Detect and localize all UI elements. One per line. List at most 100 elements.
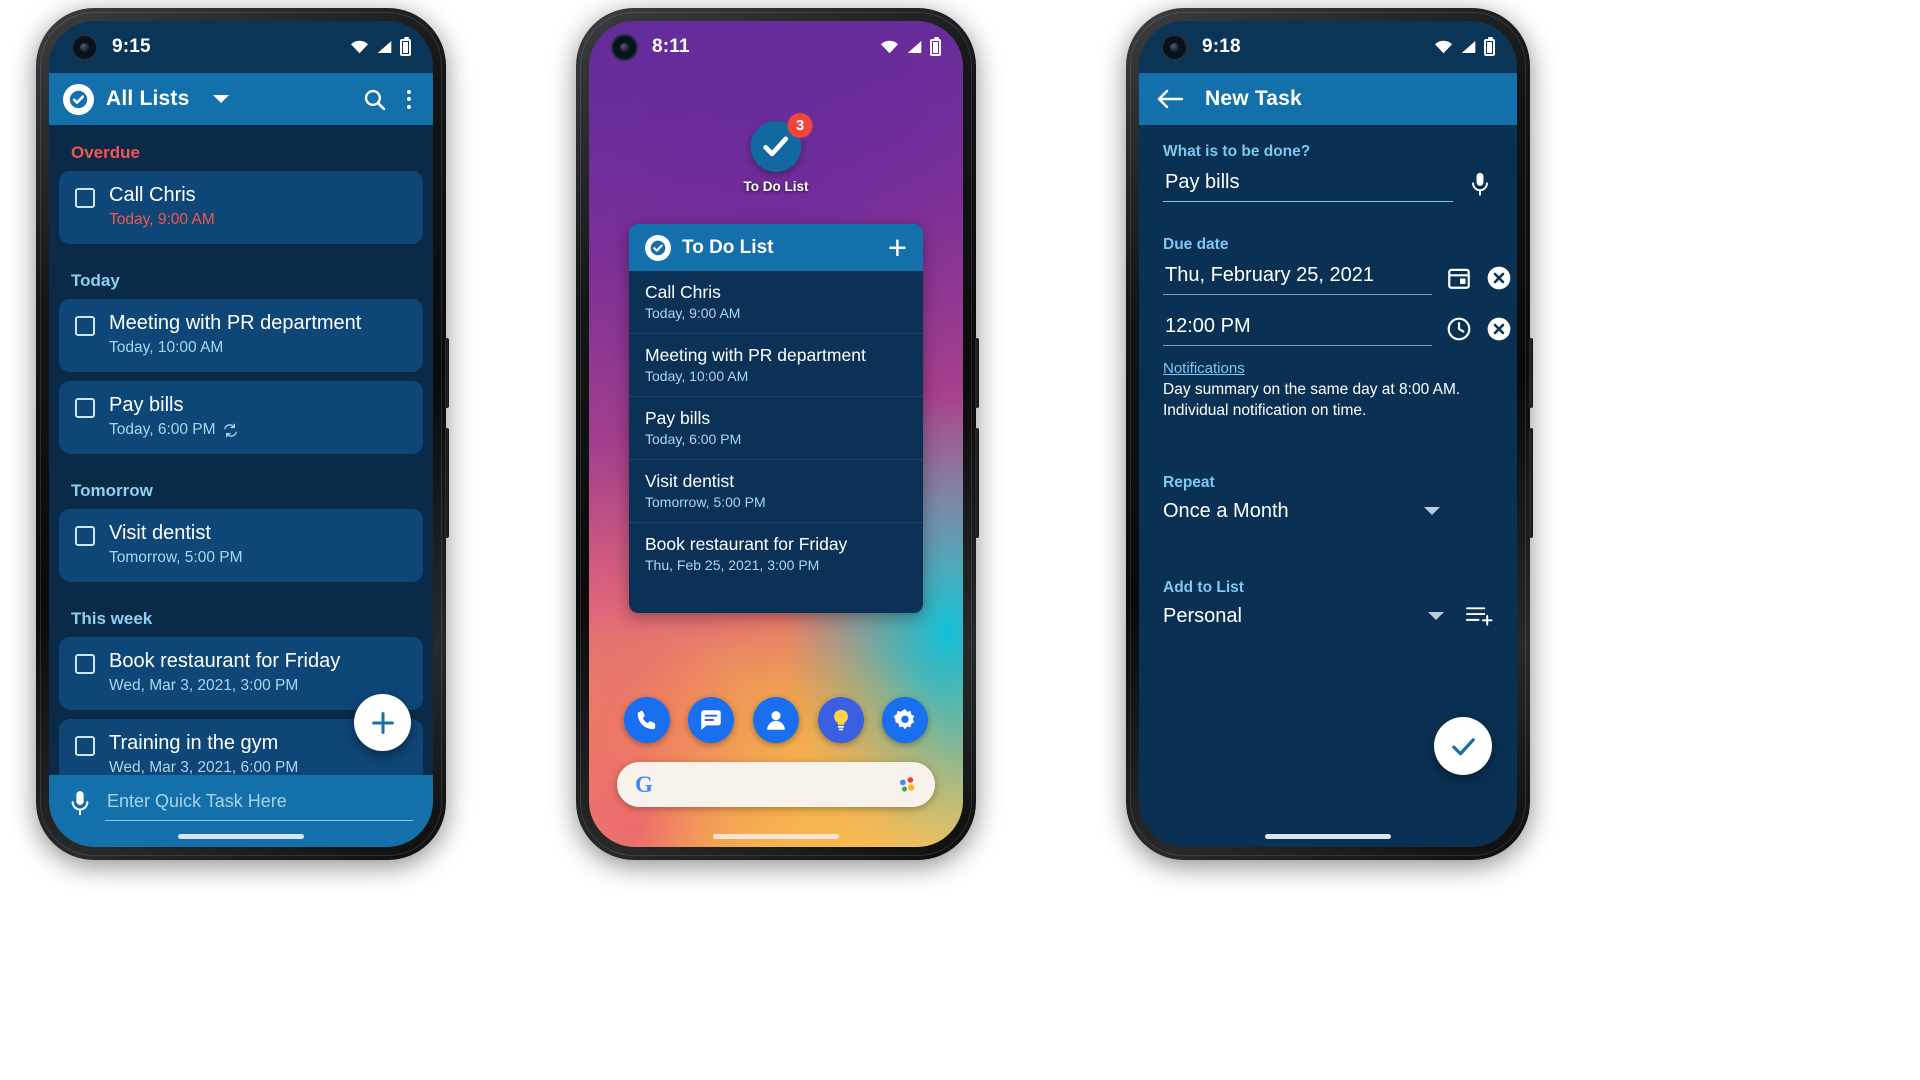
phone3-power-button[interactable]	[1529, 338, 1533, 408]
quick-task-input[interactable]	[105, 787, 413, 821]
navigation-pill[interactable]	[178, 834, 304, 839]
repeat-icon	[223, 423, 237, 437]
todo-widget[interactable]: To Do List + Call Chris Today, 9:00 AM M…	[629, 224, 923, 613]
check-circle-icon	[645, 234, 671, 261]
task-checkbox[interactable]	[75, 316, 95, 336]
check-circle-icon	[63, 83, 94, 115]
widget-task-row[interactable]: Meeting with PR department Today, 10:00 …	[629, 334, 923, 397]
calendar-icon[interactable]	[1446, 265, 1472, 291]
task-checkbox[interactable]	[75, 654, 95, 674]
clear-circle-icon[interactable]	[1486, 265, 1512, 291]
task-row[interactable]: Call Chris Today, 9:00 AM	[59, 171, 423, 244]
google-search-bar[interactable]: G	[617, 762, 935, 807]
section-header-tomorrow: Tomorrow	[71, 481, 153, 500]
settings-gear-icon[interactable]	[882, 697, 929, 743]
task-checkbox[interactable]	[75, 526, 95, 546]
phone2-status-bar: 8:11	[589, 21, 963, 73]
widget-task-row[interactable]: Book restaurant for Friday Thu, Feb 25, …	[629, 523, 923, 585]
due-date-row	[1163, 262, 1511, 295]
plus-icon	[371, 711, 394, 734]
status-time: 9:18	[1202, 36, 1241, 57]
contacts-icon[interactable]	[752, 697, 799, 743]
task-due: Today, 6:00 PM	[109, 421, 216, 438]
widget-task-title: Call Chris	[645, 282, 721, 302]
widget-header: To Do List +	[629, 224, 923, 271]
phone1-volume-button[interactable]	[445, 428, 449, 538]
signal-icon	[1461, 41, 1476, 53]
due-time-row	[1163, 313, 1511, 346]
search-icon[interactable]	[362, 87, 387, 112]
add-to-list-label: Add to List	[1163, 578, 1244, 596]
navigation-pill[interactable]	[1265, 834, 1391, 839]
widget-task-row[interactable]: Visit dentist Tomorrow, 5:00 PM	[629, 460, 923, 523]
front-camera-icon	[1161, 33, 1188, 61]
page-title: New Task	[1205, 87, 1302, 110]
task-due: Today, 9:00 AM	[109, 211, 215, 228]
assistant-icon[interactable]	[817, 697, 864, 743]
due-time-input[interactable]	[1163, 313, 1432, 346]
widget-task-title: Book restaurant for Friday	[645, 534, 848, 554]
new-task-form: What is to be done? Due date	[1139, 125, 1517, 628]
clock-icon[interactable]	[1446, 316, 1472, 342]
back-arrow-icon[interactable]	[1157, 89, 1183, 109]
front-camera-icon	[611, 33, 638, 61]
task-row[interactable]: Visit dentist Tomorrow, 5:00 PM	[59, 509, 423, 582]
widget-task-row[interactable]: Call Chris Today, 9:00 AM	[629, 271, 923, 334]
task-row[interactable]: Pay bills Today, 6:00 PM	[59, 381, 423, 454]
phone2-volume-button[interactable]	[975, 428, 979, 538]
task-title: Meeting with PR department	[109, 312, 362, 334]
section-header-today: Today	[71, 271, 120, 290]
microphone-icon[interactable]	[1467, 172, 1493, 198]
plus-icon[interactable]: +	[888, 231, 907, 264]
app-launcher-label: To Do List	[743, 179, 809, 194]
widget-title: To Do List	[682, 236, 774, 258]
phone2-power-button[interactable]	[975, 338, 979, 408]
repeat-select[interactable]: Once a Month	[1163, 499, 1441, 523]
phone3-volume-button[interactable]	[1529, 428, 1533, 538]
list-selector-title[interactable]: All Lists	[106, 87, 189, 111]
google-logo: G	[635, 771, 653, 797]
task-due: Today, 10:00 AM	[109, 339, 224, 356]
microphone-icon[interactable]	[69, 790, 91, 818]
google-mic-icon[interactable]	[897, 775, 917, 795]
widget-task-due: Thu, Feb 25, 2021, 3:00 PM	[645, 557, 820, 573]
phone3-app-bar: New Task	[1139, 73, 1517, 125]
add-to-list-value[interactable]: Personal	[1163, 605, 1242, 628]
task-checkbox[interactable]	[75, 398, 95, 418]
due-date-input[interactable]	[1163, 262, 1432, 295]
widget-task-row[interactable]: Pay bills Today, 6:00 PM	[629, 397, 923, 460]
widget-task-due: Today, 6:00 PM	[645, 431, 742, 447]
home-dock	[589, 697, 963, 743]
phone-task-list: 9:15 All Lists Overdue Call Chris Today,…	[36, 8, 449, 860]
task-due: Tomorrow, 5:00 PM	[109, 549, 243, 566]
widget-task-list[interactable]: Call Chris Today, 9:00 AM Meeting with P…	[629, 271, 923, 613]
more-vertical-icon[interactable]	[399, 84, 419, 115]
phone1-app-bar: All Lists	[49, 73, 433, 125]
phone-icon[interactable]	[623, 697, 670, 743]
task-title: Book restaurant for Friday	[109, 650, 341, 672]
task-name-input[interactable]	[1163, 169, 1453, 202]
add-task-fab[interactable]	[354, 694, 411, 751]
repeat-value: Once a Month	[1163, 499, 1289, 522]
messages-icon[interactable]	[688, 697, 735, 743]
status-time: 9:15	[112, 36, 151, 57]
section-header-this-week: This week	[71, 609, 153, 628]
notifications-link[interactable]: Notifications	[1163, 360, 1493, 377]
task-row[interactable]: Meeting with PR department Today, 10:00 …	[59, 299, 423, 372]
clear-circle-icon[interactable]	[1486, 316, 1512, 342]
save-task-fab[interactable]	[1434, 717, 1492, 775]
chevron-down-icon[interactable]	[1428, 612, 1444, 621]
add-to-list-icon[interactable]	[1466, 605, 1493, 627]
task-checkbox[interactable]	[75, 188, 95, 208]
navigation-pill[interactable]	[713, 834, 839, 839]
wifi-icon	[880, 40, 899, 54]
chevron-down-icon[interactable]	[213, 95, 230, 103]
app-launcher-icon[interactable]: 3 To Do List	[743, 113, 813, 194]
task-checkbox[interactable]	[75, 736, 95, 756]
battery-icon	[1484, 36, 1495, 56]
phone1-power-button[interactable]	[445, 338, 449, 408]
wifi-icon	[1434, 40, 1453, 54]
status-time: 8:11	[652, 36, 690, 57]
section-header-overdue: Overdue	[71, 143, 140, 162]
notifications-individual-line: Individual notification on time.	[1163, 401, 1367, 419]
